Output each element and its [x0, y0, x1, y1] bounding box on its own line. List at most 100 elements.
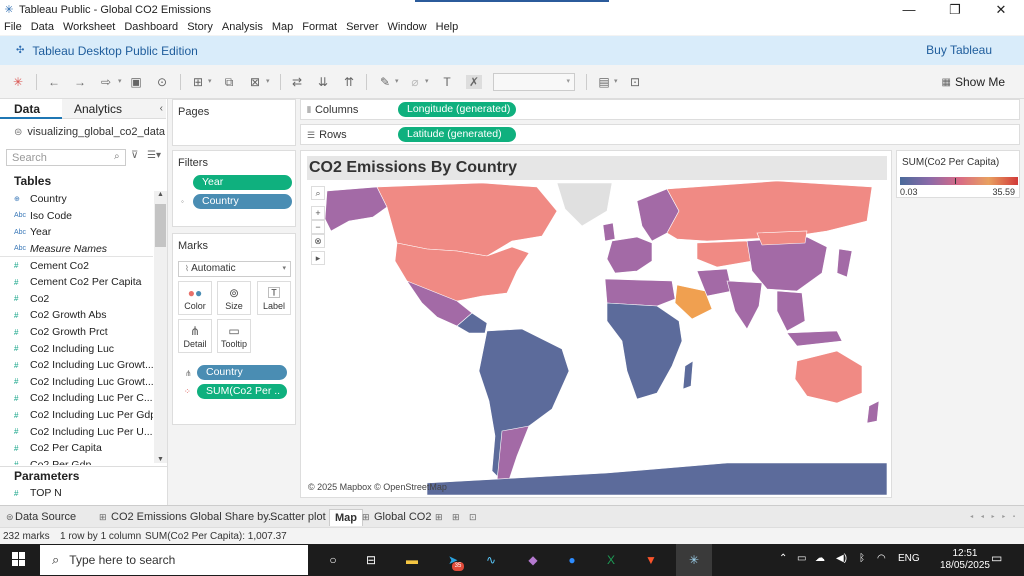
- highlight-icon[interactable]: ✎: [377, 75, 393, 89]
- field-item[interactable]: # Co2 Growth Prct: [0, 324, 153, 341]
- menu-data[interactable]: Data: [31, 21, 54, 33]
- minimize-button[interactable]: —: [886, 0, 932, 19]
- field-item[interactable]: # Co2 Including Luc Growt...: [0, 374, 153, 391]
- menu-file[interactable]: File: [4, 21, 22, 33]
- field-item[interactable]: # Co2: [0, 291, 153, 308]
- clear-dropdown-icon[interactable]: ▾: [266, 75, 270, 89]
- rows-shelf[interactable]: ☰ Rows Latitude (generated): [300, 124, 1020, 145]
- rows-pill-latitude[interactable]: Latitude (generated): [398, 127, 516, 142]
- tray-chevron-icon[interactable]: ⌃: [779, 553, 787, 564]
- view-options-icon[interactable]: ☰▾: [147, 150, 161, 161]
- filter-pill-year[interactable]: Year: [193, 175, 292, 190]
- sort-descending-icon[interactable]: ⇈: [341, 75, 357, 89]
- fix-axes-icon[interactable]: ✗: [466, 75, 482, 89]
- filters-shelf[interactable]: Filters Year ◦ Country: [172, 150, 296, 227]
- duplicate-sheet-icon[interactable]: ⧉: [221, 75, 237, 89]
- show-labels-icon[interactable]: T: [439, 75, 455, 89]
- color-legend[interactable]: SUM(Co2 Per Capita) 0.03 35.59: [896, 150, 1020, 198]
- notification-icon[interactable]: ▭: [991, 551, 1002, 565]
- marks-color-button[interactable]: ●● Color: [178, 281, 212, 315]
- marks-pill-co2-per-capita[interactable]: SUM(Co2 Per ..: [197, 384, 287, 399]
- zoom-out-button[interactable]: −: [311, 220, 325, 234]
- field-item[interactable]: Abc Iso Code: [0, 208, 153, 225]
- sort-ascending-icon[interactable]: ⇊: [315, 75, 331, 89]
- menu-dashboard[interactable]: Dashboard: [124, 21, 178, 33]
- mark-type-dropdown[interactable]: ⌇ Automatic ▾: [178, 261, 291, 277]
- highlight-dropdown-icon[interactable]: ▾: [395, 75, 399, 89]
- menu-server[interactable]: Server: [346, 21, 378, 33]
- field-item[interactable]: # Co2 Including Luc: [0, 340, 153, 357]
- swap-rows-columns-icon[interactable]: ⇄: [289, 75, 305, 89]
- map-attribution[interactable]: © 2025 Mapbox © OpenStreetMap: [308, 482, 447, 492]
- columns-shelf[interactable]: ⦀ Columns Longitude (generated): [300, 99, 1020, 120]
- reset-map-icon[interactable]: ⊗: [311, 234, 325, 248]
- menu-story[interactable]: Story: [187, 21, 213, 33]
- app-icon-crystal[interactable]: ◆: [524, 552, 542, 568]
- add-datasource-icon[interactable]: ⊙: [154, 75, 170, 89]
- new-worksheet-dropdown-icon[interactable]: ▾: [208, 75, 212, 89]
- parameter-item[interactable]: # TOP N: [14, 487, 62, 499]
- close-button[interactable]: ✕: [978, 0, 1024, 19]
- field-item[interactable]: # Co2 Including Luc Growt...: [0, 357, 153, 374]
- show-me-button[interactable]: ▦ Show Me: [942, 75, 1005, 89]
- taskbar-clock[interactable]: 12:51 18/05/2025: [940, 548, 990, 572]
- tray-wifi-icon[interactable]: ◠: [877, 553, 886, 564]
- marks-detail-button[interactable]: ⋔ Detail: [178, 319, 212, 353]
- taskbar-search[interactable]: ⌕ Type here to search: [40, 545, 308, 575]
- field-item[interactable]: # Co2 Per Gdp: [0, 457, 153, 465]
- marks-tooltip-button[interactable]: ▭ Tooltip: [217, 319, 251, 353]
- marks-size-button[interactable]: ⊚ Size: [217, 281, 251, 315]
- maximize-button[interactable]: ❐: [932, 0, 978, 19]
- tab-data-source[interactable]: Data Source: [15, 509, 76, 526]
- new-story-tab-icon[interactable]: ⊡: [469, 512, 477, 523]
- file-explorer-icon[interactable]: ▬: [403, 552, 421, 568]
- menu-format[interactable]: Format: [302, 21, 337, 33]
- undo-icon[interactable]: ←: [46, 75, 62, 89]
- tray-network-icon[interactable]: ▭: [797, 553, 806, 564]
- show-cards-icon[interactable]: ▤: [596, 75, 612, 89]
- save-icon[interactable]: ▣: [128, 75, 144, 89]
- new-dashboard-tab-icon[interactable]: ⊞: [452, 512, 460, 523]
- columns-pill-longitude[interactable]: Longitude (generated): [398, 102, 516, 117]
- task-view-icon[interactable]: ⊟: [362, 552, 380, 568]
- map-search-icon[interactable]: ⌕: [311, 186, 325, 200]
- zoom-icon[interactable]: ●: [563, 552, 581, 568]
- field-item[interactable]: # Co2 Per Capita: [0, 440, 153, 457]
- pages-shelf[interactable]: Pages: [172, 99, 296, 146]
- marks-pill-country[interactable]: Country: [197, 365, 287, 380]
- choropleth-map[interactable]: [307, 181, 887, 495]
- menu-worksheet[interactable]: Worksheet: [63, 21, 115, 33]
- cortana-icon[interactable]: ○: [324, 552, 342, 568]
- scroll-down-icon[interactable]: ▼: [154, 456, 167, 463]
- menu-analysis[interactable]: Analysis: [222, 21, 263, 33]
- buy-tableau-link[interactable]: Buy Tableau: [926, 43, 992, 57]
- field-item[interactable]: # Co2 Growth Abs: [0, 307, 153, 324]
- menu-window[interactable]: Window: [388, 21, 427, 33]
- new-worksheet-tab-icon[interactable]: ⊞: [435, 512, 443, 523]
- field-list-scrollbar[interactable]: ▲ ▼: [154, 191, 167, 463]
- tab-map[interactable]: Map: [329, 509, 363, 526]
- field-item[interactable]: Abc Measure Names: [0, 241, 153, 258]
- scroll-up-icon[interactable]: ▲: [154, 191, 167, 198]
- filter-pill-country[interactable]: Country: [193, 194, 292, 209]
- field-item[interactable]: ⊕ Country: [0, 191, 153, 208]
- collapse-pane-icon[interactable]: ‹: [160, 103, 163, 114]
- brave-browser-icon[interactable]: ▼: [642, 552, 660, 568]
- redo-icon[interactable]: →: [72, 75, 88, 89]
- field-search-input[interactable]: [6, 149, 126, 166]
- tray-cloud-icon[interactable]: ☁: [815, 553, 825, 564]
- fit-dropdown[interactable]: ▾: [493, 73, 575, 91]
- tab-scatter-plot[interactable]: Scatter plot: [270, 509, 326, 526]
- group-icon[interactable]: ⌀: [407, 75, 423, 89]
- field-item[interactable]: # Co2 Including Luc Per Gdp: [0, 407, 153, 424]
- tab-global-co2[interactable]: Global CO2: [374, 509, 431, 526]
- datasource-item[interactable]: ⊜ visualizing_global_co2_data: [0, 122, 167, 142]
- group-dropdown-icon[interactable]: ▾: [425, 75, 429, 89]
- tab-co2-global-share[interactable]: CO2 Emissions Global Share by...: [111, 509, 277, 526]
- tableau-home-icon[interactable]: ✳: [10, 75, 26, 89]
- field-item[interactable]: # Cement Co2: [0, 257, 153, 274]
- field-item[interactable]: Abc Year: [0, 224, 153, 241]
- windows-start-icon[interactable]: [12, 552, 26, 566]
- presentation-mode-icon[interactable]: ⊡: [627, 75, 643, 89]
- show-cards-dropdown-icon[interactable]: ▾: [614, 75, 618, 89]
